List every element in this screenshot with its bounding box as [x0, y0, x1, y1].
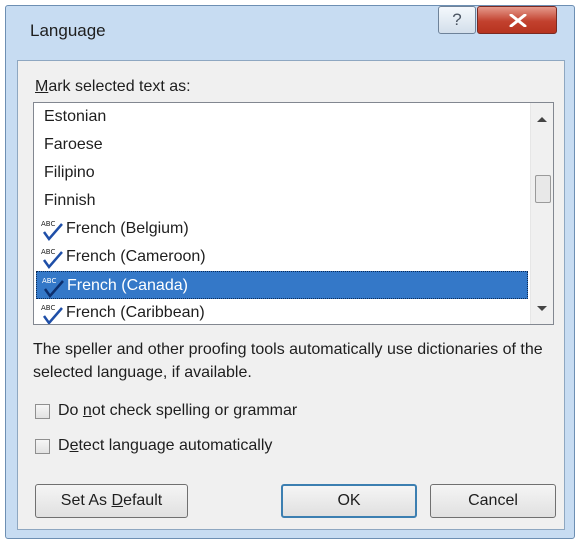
svg-text:ABC: ABC	[41, 304, 55, 312]
scroll-thumb[interactable]	[535, 175, 551, 203]
no-check-checkbox[interactable]	[35, 403, 50, 419]
window-title: Language	[30, 21, 106, 40]
abc-spellcheck-icon: ABC	[41, 248, 63, 270]
list-item[interactable]: Filipino	[36, 159, 528, 187]
list-item[interactable]: Finnish	[36, 187, 528, 215]
abc-spellcheck-icon: ABC	[41, 304, 63, 324]
language-listbox[interactable]: Estonian Faroese Filipino Finnish ABC Fr…	[33, 102, 554, 325]
list-item[interactable]: Faroese	[36, 131, 528, 159]
svg-text:ABC: ABC	[42, 277, 56, 285]
close-button[interactable]	[477, 6, 557, 34]
detect-language-checkbox[interactable]	[35, 438, 50, 454]
close-icon	[509, 14, 527, 27]
scroll-down-icon[interactable]	[537, 306, 547, 311]
svg-text:ABC: ABC	[41, 220, 55, 228]
detect-language-option[interactable]: Detect language automatically	[35, 437, 272, 455]
ok-button[interactable]: OK	[281, 484, 417, 518]
list-item-selected[interactable]: ABC French (Canada)	[36, 271, 528, 299]
list-item[interactable]: ABC French (Belgium)	[36, 215, 528, 243]
abc-spellcheck-icon: ABC	[41, 220, 63, 242]
no-check-label: Do not check spelling or grammar	[58, 402, 298, 419]
no-check-option[interactable]: Do not check spelling or grammar	[35, 402, 297, 420]
svg-text:ABC: ABC	[41, 248, 55, 256]
scroll-up-icon[interactable]	[537, 117, 547, 122]
list-item[interactable]: ABC French (Caribbean)	[36, 299, 528, 324]
abc-spellcheck-icon: ABC	[42, 277, 64, 299]
cancel-button[interactable]: Cancel	[430, 484, 556, 518]
list-item[interactable]: Estonian	[36, 103, 528, 131]
detect-language-label: Detect language automatically	[58, 437, 273, 454]
list-item[interactable]: ABC French (Cameroon)	[36, 243, 528, 271]
help-icon: ?	[452, 10, 462, 29]
help-button[interactable]: ?	[438, 6, 476, 34]
set-as-default-button[interactable]: Set As Default	[35, 484, 188, 518]
info-text: The speller and other proofing tools aut…	[33, 341, 543, 381]
list-label: Mark selected text as:	[35, 78, 191, 95]
vertical-scrollbar[interactable]	[530, 103, 553, 324]
